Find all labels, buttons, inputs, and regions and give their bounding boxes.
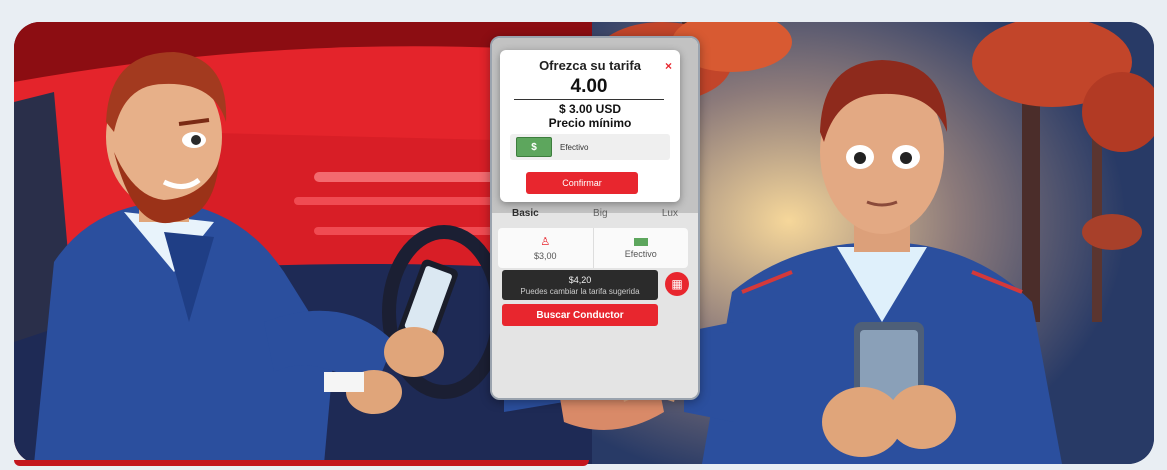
calendar-icon[interactable]: ▦ [665,272,689,296]
payment-value: Efectivo [624,248,657,259]
fare-payment-row: ♙ $3,00 Efectivo [498,228,688,268]
minimum-price-value: $ 3.00 USD [558,102,622,116]
payment-method-option[interactable]: $ Efectivo [510,134,670,160]
fare-offer-dialog: Ofrezca su tarifa × 4.00 $ 3.00 USD Prec… [500,50,680,202]
bottom-accent-bar [14,460,589,466]
fare-cell[interactable]: ♙ $3,00 [498,228,594,268]
user-icon: ♙ [540,236,551,248]
suggested-fare-hint: Puedes cambiar la tarifa sugerida [520,286,640,296]
cash-small-icon [633,237,648,246]
payment-cell[interactable]: Efectivo [594,228,689,268]
phone-app-screen: Basic Big Lux ♙ $3,00 Efectivo $4,20 Pue… [490,36,700,400]
suggested-fare-value: $4,20 [568,274,592,285]
close-icon[interactable]: × [665,59,672,73]
minimum-price: $ 3.00 USD Precio mínimo [500,102,680,130]
cash-icon: $ [516,137,552,157]
minimum-price-label: Precio mínimo [548,116,632,130]
fare-amount-input[interactable]: 4.00 [514,76,664,100]
payment-method-label: Efectivo [560,142,589,152]
search-driver-button[interactable]: Buscar Conductor [502,304,658,326]
confirm-button[interactable]: Confirmar [526,172,638,194]
suggested-fare-box[interactable]: $4,20 Puedes cambiar la tarifa sugerida [502,270,658,300]
dialog-title: Ofrezca su tarifa [539,58,641,73]
illustration-frame: Basic Big Lux ♙ $3,00 Efectivo $4,20 Pue… [14,22,1154,464]
fare-value: $3,00 [533,251,557,261]
